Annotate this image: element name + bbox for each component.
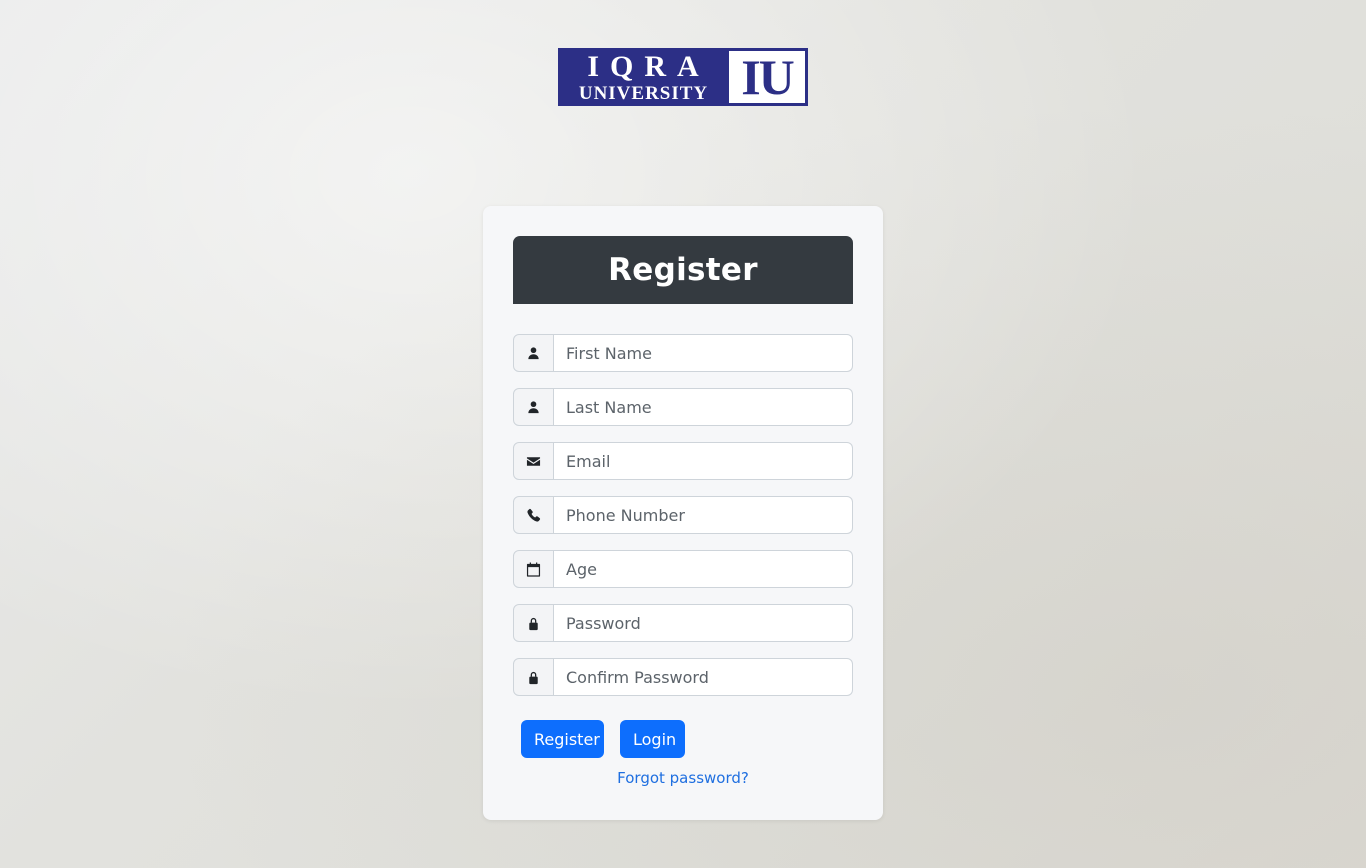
- email-field: [513, 442, 853, 480]
- logo-line-iqra: IQRA: [587, 49, 710, 83]
- lock-icon: [513, 658, 554, 696]
- phone-icon: [513, 496, 554, 534]
- register-card: Register First Name Last Name Email Phon…: [483, 206, 883, 820]
- logo-iu-text: IU: [741, 49, 795, 105]
- envelope-icon: [513, 442, 554, 480]
- phone-field: [513, 496, 853, 534]
- logo-iu-mark: IU: [729, 51, 805, 103]
- first-name-field: [513, 334, 853, 372]
- age-field: [513, 550, 853, 588]
- page-title: Register: [608, 252, 758, 288]
- login-button[interactable]: Login: [620, 720, 685, 758]
- person-icon: [513, 334, 554, 372]
- email-input[interactable]: [554, 442, 853, 480]
- phone-input[interactable]: [554, 496, 853, 534]
- logo-wordmark: IQRA UNIVERSITY: [558, 48, 729, 106]
- confirm-password-input[interactable]: [554, 658, 853, 696]
- logo-line-university: UNIVERSITY: [578, 82, 709, 104]
- password-field: [513, 604, 853, 642]
- lock-icon: [513, 604, 554, 642]
- last-name-input[interactable]: [554, 388, 853, 426]
- forgot-password-link[interactable]: Forgot password?: [483, 769, 883, 787]
- age-input[interactable]: [554, 550, 853, 588]
- last-name-field: [513, 388, 853, 426]
- password-input[interactable]: [554, 604, 853, 642]
- person-icon: [513, 388, 554, 426]
- calendar-icon: [513, 550, 554, 588]
- first-name-input[interactable]: [554, 334, 853, 372]
- register-button[interactable]: Register: [521, 720, 604, 758]
- university-logo: IQRA UNIVERSITY IU: [558, 48, 808, 106]
- card-header: Register: [513, 236, 853, 304]
- confirm-password-field: [513, 658, 853, 696]
